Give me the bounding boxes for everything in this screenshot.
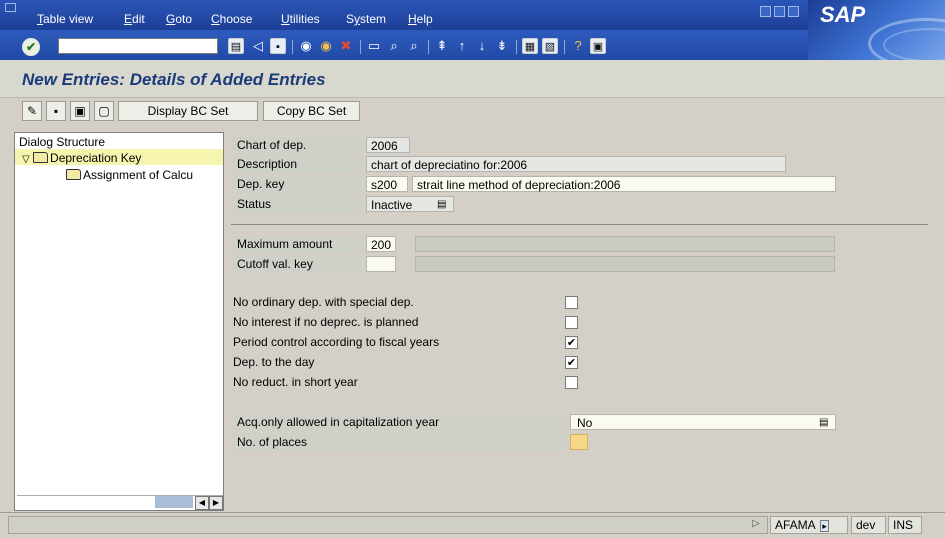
change-display-icon[interactable]: ✎ bbox=[22, 101, 42, 121]
system-info-icon[interactable]: ▸ bbox=[820, 520, 829, 532]
menu-bar: Table view Edit Goto Choose Utilities Sy… bbox=[0, 0, 945, 30]
checkbox-no-interest[interactable] bbox=[565, 316, 578, 329]
menu-system[interactable]: System bbox=[346, 12, 386, 26]
scroll-right-icon[interactable]: ▶ bbox=[209, 496, 223, 510]
system-menu-icon[interactable] bbox=[5, 3, 16, 12]
status-dropdown[interactable]: Inactive ▤ bbox=[366, 196, 454, 212]
page-title: New Entries: Details of Added Entries bbox=[22, 70, 326, 89]
description-label: Description bbox=[233, 156, 361, 173]
maximum-amount-text bbox=[415, 236, 835, 252]
menu-table-view[interactable]: Table view bbox=[37, 12, 93, 26]
open-folder-icon bbox=[33, 152, 49, 163]
description-field[interactable]: chart of depreciatino for:2006 bbox=[366, 156, 786, 172]
print-icon[interactable]: ▭ bbox=[366, 38, 382, 54]
checkbox-period-control[interactable]: ✔ bbox=[565, 336, 578, 349]
last-page-icon[interactable]: ⇟ bbox=[494, 38, 510, 54]
cutoff-val-key-label: Cutoff val. key bbox=[233, 256, 361, 273]
layout-menu-icon[interactable]: ▣ bbox=[590, 38, 606, 54]
sap-logo: SAP bbox=[808, 0, 945, 60]
tree-item-label: Assignment of Calcu bbox=[83, 168, 194, 182]
dep-key-label: Dep. key bbox=[233, 176, 361, 193]
chart-of-dep-field[interactable]: 2006 bbox=[366, 137, 410, 153]
tree-item-assignment[interactable]: Assignment of Calcu bbox=[66, 168, 193, 182]
new-session-icon[interactable]: ▦ bbox=[522, 38, 538, 54]
checkbox-label: No ordinary dep. with special dep. bbox=[233, 295, 414, 309]
folder-icon bbox=[66, 169, 81, 180]
find-next-icon[interactable]: ⌕ bbox=[406, 38, 422, 54]
next-page-icon[interactable]: ↓ bbox=[474, 38, 490, 54]
acq-only-value: No bbox=[577, 416, 593, 430]
acq-only-label: Acq.only allowed in capitalization year bbox=[233, 414, 565, 431]
tree-horizontal-scrollbar[interactable]: ◀ ▶ bbox=[17, 495, 223, 510]
minimize-icon[interactable] bbox=[760, 6, 771, 17]
checkbox-label: No reduct. in short year bbox=[233, 375, 358, 389]
checkbox-no-ordinary-dep[interactable] bbox=[565, 296, 578, 309]
status-label: Status bbox=[233, 196, 361, 213]
command-history-icon[interactable]: ▤ bbox=[228, 38, 244, 54]
menu-help[interactable]: Help bbox=[408, 12, 433, 26]
acq-only-dropdown[interactable]: No ▤ bbox=[570, 414, 836, 430]
tree-item-depreciation-key[interactable]: ▽ Depreciation Key bbox=[22, 151, 141, 165]
dropdown-icon[interactable]: ▤ bbox=[437, 197, 446, 213]
enter-check-icon[interactable]: ✔ bbox=[22, 38, 40, 56]
menu-goto[interactable]: Goto bbox=[166, 12, 192, 26]
first-page-icon[interactable]: ⇞ bbox=[434, 38, 450, 54]
system-info-field[interactable]: AFAMA ▸ bbox=[770, 516, 848, 534]
command-field[interactable] bbox=[58, 38, 218, 54]
dropdown-icon[interactable]: ▤ bbox=[819, 415, 828, 431]
insert-mode-field[interactable]: INS bbox=[888, 516, 922, 534]
checkbox-label: Dep. to the day bbox=[233, 355, 315, 369]
checkbox-dep-to-the-day[interactable]: ✔ bbox=[565, 356, 578, 369]
deselect-all-icon[interactable]: ▢ bbox=[94, 101, 114, 121]
exit-icon[interactable]: ◉ bbox=[318, 38, 334, 54]
menu-utilities[interactable]: Utilities bbox=[281, 12, 320, 26]
maximum-amount-field[interactable]: 200 bbox=[366, 236, 396, 252]
client-field: dev bbox=[851, 516, 886, 534]
section-divider bbox=[231, 224, 928, 225]
status-expand-icon[interactable]: ▷ bbox=[752, 518, 760, 529]
back-arrow-icon[interactable]: ◁ bbox=[250, 38, 266, 54]
dep-key-text-field[interactable]: strait line method of depreciation:2006 bbox=[412, 176, 836, 192]
back-icon[interactable]: ◉ bbox=[298, 38, 314, 54]
dep-key-field[interactable]: s200 bbox=[366, 176, 408, 192]
tree-header: Dialog Structure bbox=[19, 135, 106, 149]
tree-item-label: Depreciation Key bbox=[50, 151, 142, 165]
close-icon[interactable] bbox=[788, 6, 799, 17]
display-bc-set-button[interactable]: Display BC Set bbox=[118, 101, 258, 121]
system-name: AFAMA bbox=[775, 518, 816, 532]
cancel-icon[interactable]: ✖ bbox=[338, 38, 354, 54]
no-of-places-label: No. of places bbox=[233, 434, 565, 451]
menu-choose[interactable]: Choose bbox=[211, 12, 252, 26]
cutoff-val-key-field[interactable] bbox=[366, 256, 396, 272]
dialog-structure-panel bbox=[14, 132, 224, 511]
checkbox-label: No interest if no deprec. is planned bbox=[233, 315, 419, 329]
select-all-icon[interactable]: ▣ bbox=[70, 101, 90, 121]
maximum-amount-label: Maximum amount bbox=[233, 236, 361, 253]
shortcut-icon[interactable]: ▧ bbox=[542, 38, 558, 54]
maximize-icon[interactable] bbox=[774, 6, 785, 17]
previous-page-icon[interactable]: ↑ bbox=[454, 38, 470, 54]
status-value: Inactive bbox=[371, 198, 413, 212]
checkbox-no-reduct-short-year[interactable] bbox=[565, 376, 578, 389]
find-icon[interactable]: ⌕ bbox=[386, 38, 402, 54]
scrollbar-thumb[interactable] bbox=[155, 496, 193, 508]
chart-of-dep-label: Chart of dep. bbox=[233, 137, 361, 154]
brand-text: SAP bbox=[820, 2, 866, 27]
help-icon[interactable]: ? bbox=[570, 38, 586, 54]
status-message-area bbox=[8, 516, 768, 534]
menu-edit[interactable]: Edit bbox=[124, 12, 145, 26]
save-entries-icon[interactable]: ▪ bbox=[46, 101, 66, 121]
cutoff-val-key-text bbox=[415, 256, 835, 272]
no-of-places-field[interactable] bbox=[570, 434, 588, 450]
checkbox-label: Period control according to fiscal years bbox=[233, 335, 440, 349]
scroll-left-icon[interactable]: ◀ bbox=[195, 496, 209, 510]
expand-triangle-icon[interactable]: ▽ bbox=[22, 154, 30, 165]
save-icon[interactable]: ▪ bbox=[270, 38, 286, 54]
copy-bc-set-button[interactable]: Copy BC Set bbox=[263, 101, 360, 121]
